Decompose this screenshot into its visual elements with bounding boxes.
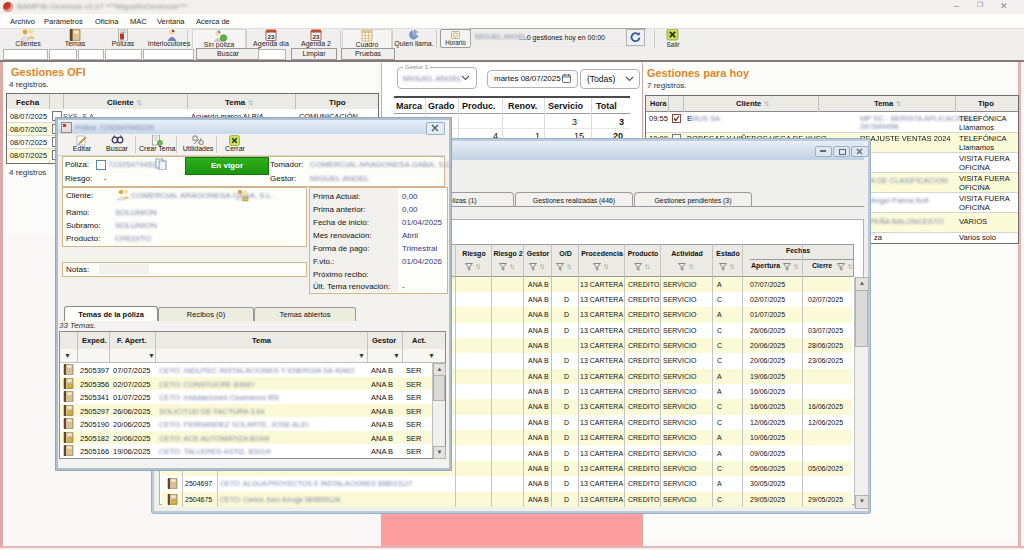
svg-text:23: 23 [313, 33, 320, 40]
svg-text:23: 23 [268, 33, 275, 40]
